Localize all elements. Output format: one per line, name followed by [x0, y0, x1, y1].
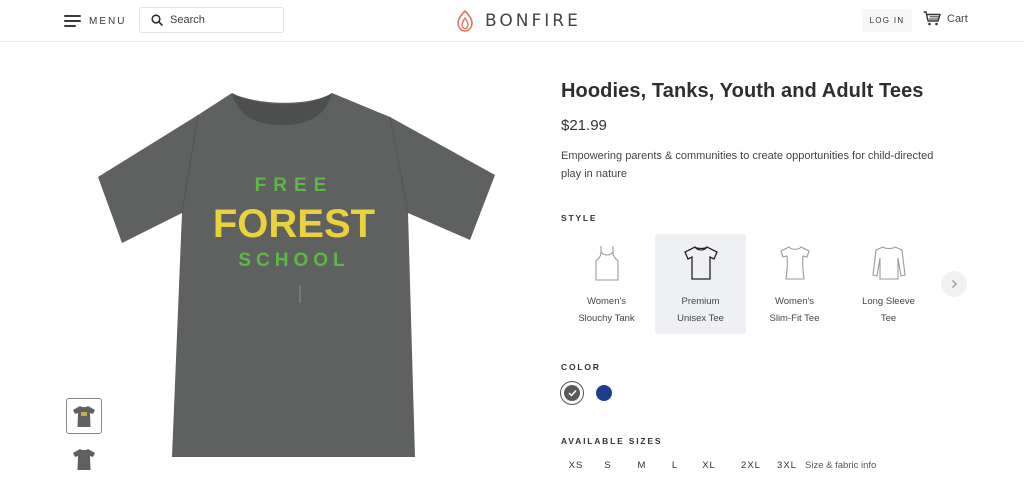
design-line-forest: FOREST [213, 202, 375, 246]
style-option-premium-unisex-tee[interactable]: Premium Unisex Tee [655, 234, 746, 334]
product-price: $21.99 [561, 117, 607, 134]
chevron-right-icon [952, 280, 957, 288]
product-description: Empowering parents & communities to crea… [561, 150, 934, 180]
size-option-s[interactable]: S [591, 456, 625, 474]
brand-logo[interactable]: BONFIRE [455, 9, 581, 33]
color-swatch-navy[interactable] [593, 382, 615, 404]
style-option-long-sleeve-tee[interactable]: Long Sleeve Tee [843, 234, 934, 334]
size-option-m[interactable]: M [625, 456, 659, 474]
style-label-line1: Premium [681, 296, 720, 307]
tshirt-thumbnail-icon [73, 449, 95, 470]
size-selector: XS S M L XL 2XL 3XL Size & fabric info [561, 456, 877, 474]
design-line-free: FREE [255, 175, 334, 196]
login-button[interactable]: LOG IN [862, 9, 912, 32]
flame-logo-icon [457, 10, 473, 32]
product-details: Hoodies, Tanks, Youth and Adult Tees $21… [561, 80, 981, 183]
menu-button[interactable]: MENU [64, 11, 126, 31]
style-label-line2: Slouchy Tank [578, 313, 635, 324]
size-option-l[interactable]: L [659, 456, 691, 474]
style-next-button[interactable] [941, 271, 967, 297]
top-nav-bar: MENU BONFIRE LOG IN Cart [0, 0, 1024, 42]
cart-button[interactable]: Cart [923, 11, 968, 26]
style-option-slouchy-tank[interactable]: Women's Slouchy Tank [561, 234, 652, 334]
style-section-label: STYLE [561, 213, 598, 223]
cart-label: Cart [947, 12, 968, 25]
tee-icon [683, 246, 718, 280]
product-title: Hoodies, Tanks, Youth and Adult Tees [561, 80, 924, 102]
menu-label: MENU [89, 15, 127, 27]
size-option-3xl[interactable]: 3XL [775, 456, 799, 474]
style-label-line1: Women's [586, 296, 627, 307]
style-selector: Women's Slouchy Tank Premium Unisex Tee Wo… [561, 234, 971, 334]
size-option-xs[interactable]: XS [561, 456, 591, 474]
size-fabric-info-link[interactable]: Size & fabric info [805, 460, 876, 471]
product-image: FREE FOREST SCHOOL [90, 85, 502, 465]
cart-icon [923, 11, 941, 26]
color-section-label: COLOR [561, 362, 601, 372]
style-label-line1: Women's [774, 296, 815, 307]
search-input[interactable] [170, 14, 280, 26]
size-option-2xl[interactable]: 2XL [727, 456, 775, 474]
search-icon [151, 14, 163, 26]
long-sleeve-icon [871, 246, 906, 280]
color-selector [561, 382, 615, 404]
slim-tee-icon [779, 246, 810, 280]
color-swatch-heather-gray[interactable] [561, 382, 583, 404]
tshirt-illustration: FREE FOREST SCHOOL [98, 93, 495, 457]
tshirt-thumbnail-icon [73, 406, 95, 427]
style-label-line2: Slim-Fit Tee [769, 313, 820, 324]
search-box[interactable] [139, 7, 284, 33]
style-option-slim-fit-tee[interactable]: Women's Slim-Fit Tee [749, 234, 840, 334]
thumbnail-back[interactable] [66, 441, 102, 477]
sizes-section-label: AVAILABLE SIZES [561, 436, 663, 446]
style-label-line2: Tee [880, 313, 897, 324]
thumbnail-front[interactable] [66, 398, 102, 434]
style-label-line1: Long Sleeve [862, 296, 915, 307]
design-line-school: SCHOOL [238, 250, 349, 271]
size-option-xl[interactable]: XL [691, 456, 727, 474]
tank-top-icon [594, 246, 619, 281]
style-label-line2: Unisex Tee [677, 313, 724, 324]
brand-name: BONFIRE [485, 11, 581, 31]
checkmark-icon [567, 389, 577, 397]
hamburger-icon [64, 14, 81, 28]
